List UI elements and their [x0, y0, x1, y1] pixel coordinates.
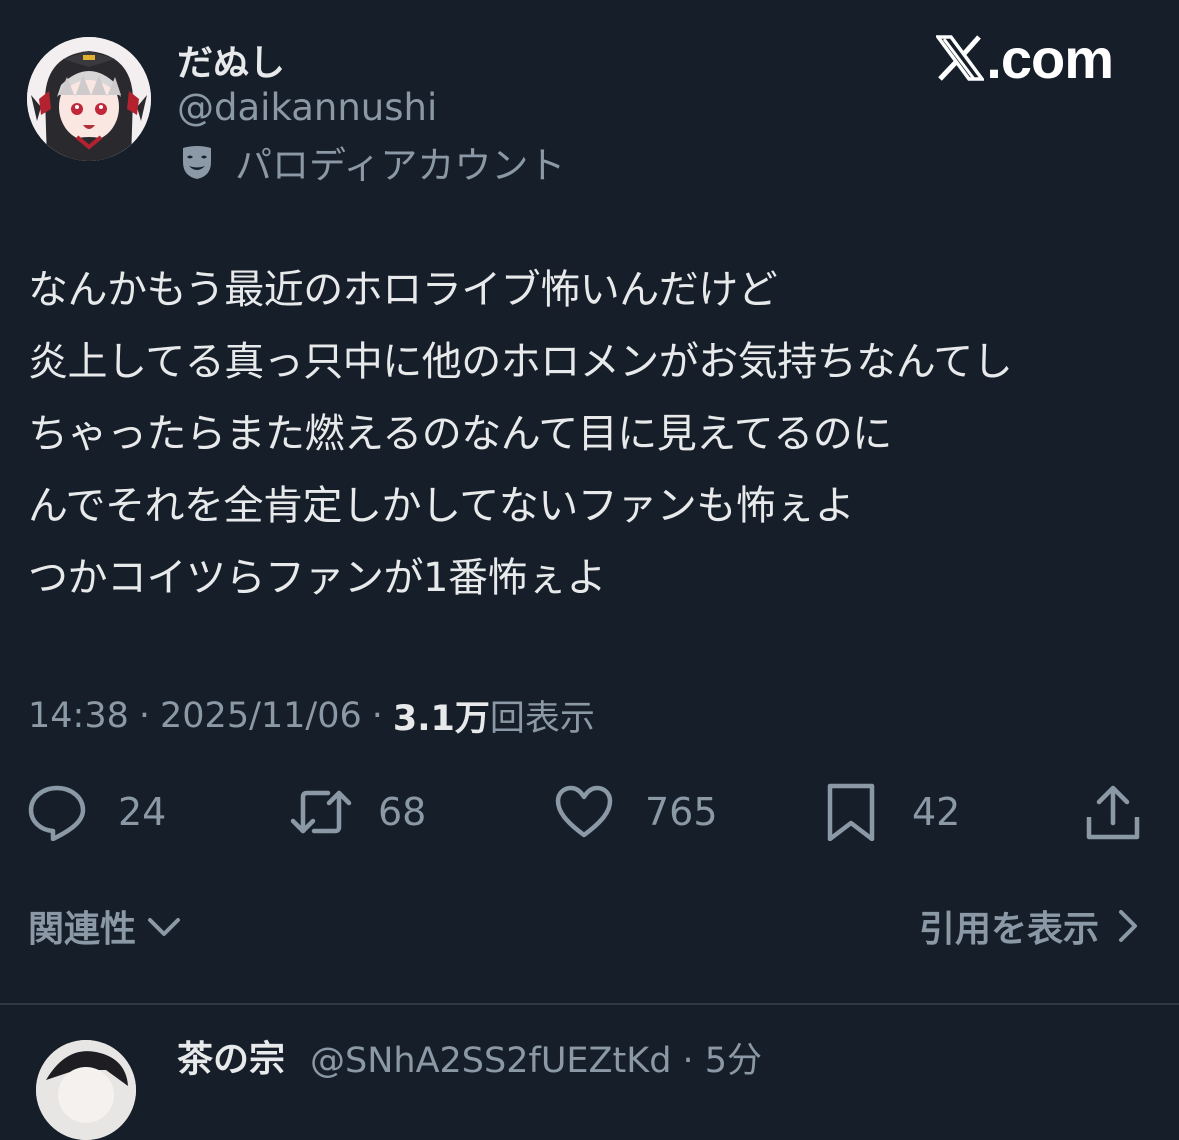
reply-avatar[interactable] — [36, 1040, 136, 1140]
tweet-text: なんかもう最近のホロライブ怖いんだけど 炎上してる真っ只中に他のホロメンがお気持… — [28, 254, 1158, 614]
reply-count: 24 — [118, 790, 167, 834]
like-button[interactable]: 765 — [555, 780, 718, 844]
tweet-text-line: つかコイツらファンが1番怖ぇよ — [28, 555, 606, 601]
meta-separator: · — [138, 695, 151, 736]
x-com-logo: .com — [936, 26, 1114, 90]
tweet-text-line: んでそれを全肯定しかしてないファンも怖ぇよ — [28, 483, 855, 529]
tweet-text-line: なんかもう最近のホロライブ怖いんだけど — [28, 267, 778, 313]
tweet-date[interactable]: 2025/11/06 — [160, 696, 362, 736]
like-count: 765 — [645, 790, 718, 834]
reply-handle[interactable]: @SNhA2SS2fUEZtKd · 5分 — [310, 1032, 762, 1083]
chevron-down-icon — [148, 918, 181, 936]
bookmark-count: 42 — [912, 790, 961, 834]
reply-avatar-illustration — [36, 1040, 136, 1140]
view-quotes-link[interactable]: 引用を表示 — [919, 900, 1143, 952]
share-button[interactable] — [1084, 780, 1142, 844]
heart-icon — [555, 785, 613, 838]
sort-relevance-dropdown[interactable]: 関連性 — [28, 900, 182, 952]
tweet-time[interactable]: 14:38 — [28, 696, 129, 736]
retweet-count: 68 — [378, 790, 427, 834]
reply-icon — [28, 785, 86, 841]
sort-relevance-label: 関連性 — [28, 909, 137, 950]
author-avatar[interactable] — [27, 37, 151, 161]
action-bar: 24 68 765 42 — [0, 780, 1179, 844]
share-icon — [1086, 785, 1140, 840]
tweet-meta: 14:38 · 2025/11/06 · 3.1万 回表示 — [28, 690, 595, 741]
tweet-footer: 関連性 引用を表示 — [28, 900, 1143, 960]
bookmark-icon — [827, 783, 875, 841]
tweet-text-line: 炎上してる真っ只中に他のホロメンがお気持ちなんてし — [28, 339, 1013, 385]
x-logo-suffix: .com — [986, 26, 1114, 90]
x-logo-icon — [936, 35, 985, 81]
reply-button[interactable]: 24 — [28, 780, 166, 844]
author-display-name[interactable]: だぬし — [177, 34, 285, 86]
views-count[interactable]: 3.1万 — [393, 690, 490, 741]
bookmark-button[interactable]: 42 — [822, 780, 960, 844]
views-label: 回表示 — [489, 699, 595, 739]
chevron-right-icon — [1119, 910, 1137, 942]
parody-account-label: パロディアカウント — [235, 144, 566, 187]
theater-mask-icon — [183, 146, 211, 179]
reply-display-name[interactable]: 茶の宗 — [177, 1030, 285, 1082]
divider — [0, 1003, 1179, 1005]
retweet-icon — [290, 790, 352, 834]
view-quotes-label: 引用を表示 — [918, 909, 1099, 950]
retweet-button[interactable]: 68 — [290, 780, 426, 844]
avatar-illustration — [27, 37, 151, 161]
parody-account-row: パロディアカウント — [177, 140, 565, 187]
meta-separator: · — [371, 695, 383, 736]
author-handle[interactable]: @daikannushi — [177, 86, 437, 129]
tweet-text-line: ちゃったらまた燃えるのなんて目に見えてるのに — [28, 411, 892, 457]
